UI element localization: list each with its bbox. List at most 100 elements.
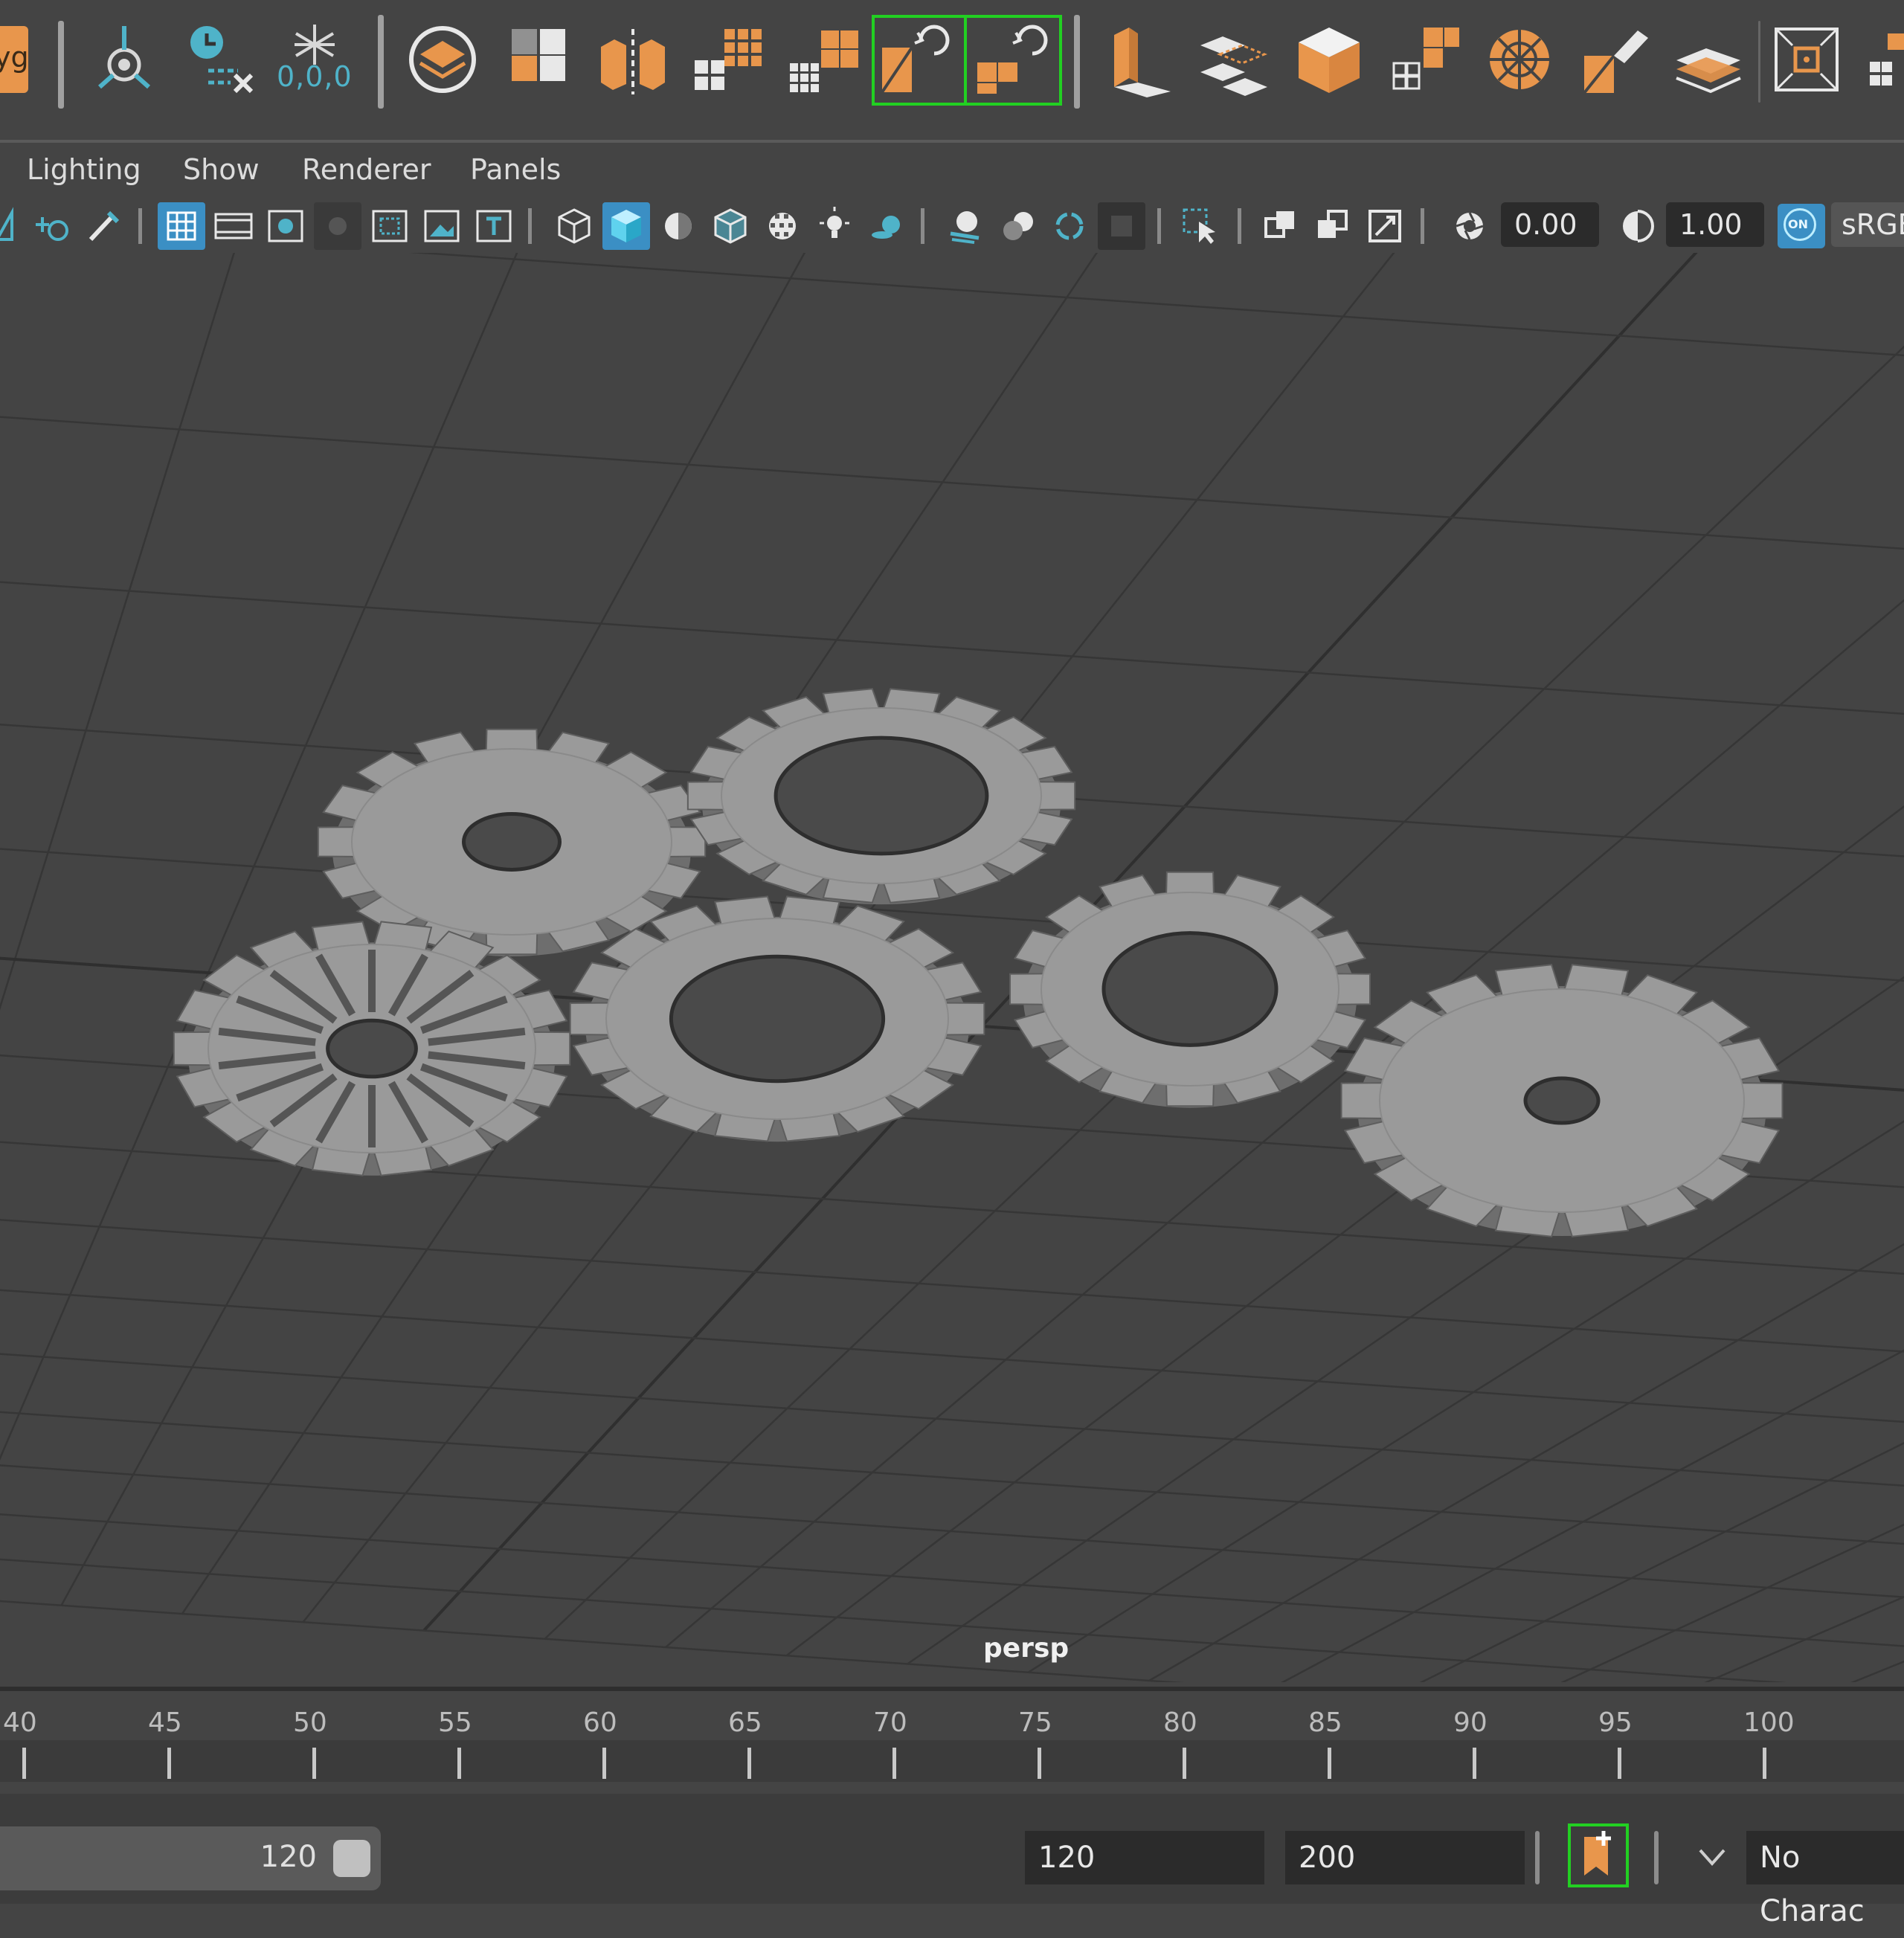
menu-show[interactable]: Show — [183, 153, 260, 186]
frame-tick-label: 40 — [3, 1707, 37, 1738]
grid-line — [0, 1469, 1904, 1682]
frame-tick-label: 100 — [1743, 1707, 1795, 1738]
motion-blur-icon[interactable] — [994, 202, 1041, 250]
frame-tick-label: 45 — [148, 1707, 182, 1738]
frame-tick-label: 75 — [1018, 1707, 1052, 1738]
frame-tick-label: 90 — [1453, 1707, 1488, 1738]
frame-tick — [457, 1748, 461, 1779]
view-transform-toggle[interactable]: ON — [1778, 204, 1825, 248]
range-slider-handle[interactable] — [333, 1840, 370, 1877]
gate-mask-icon[interactable] — [314, 202, 361, 250]
menu-panels[interactable]: Panels — [470, 153, 561, 186]
character-set-field[interactable]: No Charac — [1746, 1831, 1904, 1884]
delete-history-icon[interactable] — [178, 19, 260, 100]
menu-renderer[interactable]: Renderer — [302, 153, 431, 186]
shelf-toolbar: yg 0,0,0 — [0, 0, 1904, 134]
color-space-label: sRGB — [1842, 208, 1904, 241]
combine-icon[interactable] — [497, 19, 579, 100]
frame-tick — [167, 1748, 171, 1779]
snap-icon[interactable] — [1766, 19, 1847, 100]
wireframe-on-shaded-icon[interactable] — [707, 202, 754, 250]
mirror-icon[interactable] — [592, 19, 674, 100]
film-gate-icon[interactable] — [210, 202, 257, 250]
frame-tick — [602, 1748, 606, 1779]
shelf-separator — [378, 15, 384, 109]
frame-tick-label: 80 — [1163, 1707, 1197, 1738]
center-pivot-icon[interactable] — [83, 19, 165, 100]
gamma-field[interactable]: 1.00 — [1666, 202, 1764, 247]
color-space-field[interactable]: sRGB — [1831, 202, 1904, 247]
grid-line — [1633, 253, 1904, 1682]
frame-tick — [1038, 1748, 1041, 1779]
bookmark-icon[interactable] — [79, 202, 126, 250]
textured-icon[interactable] — [759, 202, 806, 250]
xray-icon[interactable] — [1257, 202, 1305, 250]
smooth-shade-icon[interactable] — [602, 202, 650, 250]
freeze-transform-icon[interactable]: 0,0,0 — [274, 19, 356, 100]
gear-hollow — [1010, 872, 1370, 1108]
default-material-icon[interactable] — [654, 202, 702, 250]
exposure-field[interactable]: 0.00 — [1501, 202, 1599, 247]
frame-tick — [1618, 1748, 1621, 1779]
field-chart-icon[interactable] — [366, 202, 414, 250]
auto-keyframe-button[interactable] — [1568, 1823, 1629, 1887]
use-all-lights-icon[interactable] — [811, 202, 858, 250]
safe-action-icon[interactable] — [418, 202, 466, 250]
viewport-scene — [0, 253, 1904, 1682]
animation-end-field[interactable]: 200 — [1285, 1831, 1525, 1884]
shelf-divider — [0, 140, 1904, 143]
extract-icon[interactable] — [687, 19, 769, 100]
grid-line — [0, 253, 1904, 413]
gear-objects — [174, 689, 1783, 1237]
frame-tick — [747, 1748, 751, 1779]
grid-line — [0, 253, 123, 1580]
multi-cut-icon[interactable] — [1479, 19, 1560, 100]
toolbar-separator — [528, 208, 532, 244]
insert-edgeloop-icon[interactable] — [1383, 19, 1465, 100]
extrude-icon[interactable] — [1098, 19, 1180, 100]
xray-active-icon[interactable] — [1361, 202, 1409, 250]
merge-icon[interactable] — [1574, 19, 1656, 100]
booleans-difference-icon[interactable] — [964, 15, 1062, 106]
range-slider-end-value: 120 — [260, 1840, 317, 1874]
gamma-icon[interactable] — [1612, 202, 1660, 250]
depth-of-field-icon[interactable] — [1098, 202, 1145, 250]
gear-large-ring — [570, 896, 985, 1142]
gear-spoked — [174, 921, 570, 1175]
shelf-left-tab[interactable]: yg — [0, 26, 28, 93]
make-live-icon[interactable] — [402, 19, 483, 100]
screen-space-ao-icon[interactable] — [942, 202, 989, 250]
chevron-down-icon[interactable] — [1697, 1846, 1727, 1871]
frame-tick — [1763, 1748, 1766, 1779]
frame-tick — [1328, 1748, 1331, 1779]
xray-joints-icon[interactable] — [1309, 202, 1357, 250]
smooth-icon[interactable] — [782, 19, 864, 100]
frame-tick — [22, 1748, 26, 1779]
toolbar-separator — [1157, 208, 1161, 244]
grid-line — [0, 253, 1904, 603]
quad-draw-icon[interactable] — [1669, 19, 1751, 100]
safe-title-icon[interactable] — [470, 202, 518, 250]
grid-toggle-icon[interactable] — [158, 202, 205, 250]
frame-tick-label: 60 — [583, 1707, 617, 1738]
range-slider[interactable]: 120 — [0, 1826, 381, 1890]
perspective-viewport[interactable] — [0, 253, 1904, 1682]
wireframe-icon[interactable] — [550, 202, 598, 250]
exposure-icon[interactable] — [1446, 202, 1493, 250]
grid-icon[interactable] — [1862, 19, 1904, 100]
frame-tick — [1473, 1748, 1476, 1779]
frame-tick-label: 65 — [728, 1707, 762, 1738]
shadows-icon[interactable] — [863, 202, 910, 250]
grid-line — [62, 253, 1240, 1606]
isolate-select-icon[interactable] — [1177, 202, 1224, 250]
bevel-icon[interactable] — [1288, 19, 1370, 100]
frame-tick-label: 85 — [1308, 1707, 1342, 1738]
resolution-gate-icon[interactable] — [262, 202, 309, 250]
gear-right — [1342, 965, 1783, 1237]
bridge-icon[interactable] — [1193, 19, 1275, 100]
anti-aliasing-icon[interactable] — [1046, 202, 1093, 250]
booleans-union-icon[interactable] — [872, 15, 967, 106]
menu-lighting[interactable]: Lighting — [27, 153, 141, 186]
playback-end-field[interactable]: 120 — [1025, 1831, 1264, 1884]
camera-tumble-icon[interactable] — [30, 202, 77, 250]
